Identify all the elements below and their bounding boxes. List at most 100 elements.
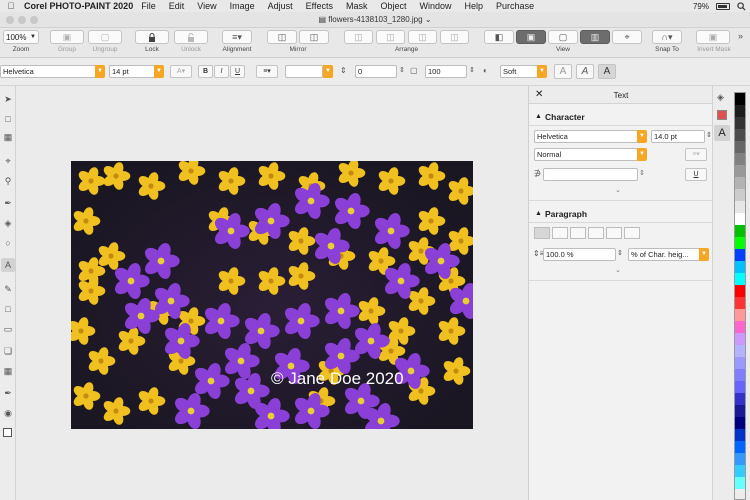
character-style-field[interactable]: Normal: [534, 148, 638, 161]
canvas-area[interactable]: © Jane Doe 2020: [16, 86, 528, 500]
fill-color-swatch[interactable]: [3, 428, 12, 437]
snap-to-button[interactable]: ∩▾: [652, 30, 682, 44]
view-full-button[interactable]: ▢: [548, 30, 578, 44]
palette-swatch[interactable]: [735, 165, 745, 177]
size-stepper-icon[interactable]: ⇕: [706, 131, 712, 139]
palette-swatch[interactable]: [735, 117, 745, 129]
palette-swatch[interactable]: [735, 345, 745, 357]
text-tab-icon[interactable]: A: [714, 125, 730, 141]
character-font-field[interactable]: Helvetica: [534, 130, 638, 143]
palette-swatch[interactable]: [735, 417, 745, 429]
palette-swatch[interactable]: [735, 381, 745, 393]
palette-swatch[interactable]: [735, 405, 745, 417]
character-heading[interactable]: Character: [539, 112, 723, 122]
menu-adjust[interactable]: Adjust: [268, 1, 293, 11]
color-dropdown-icon[interactable]: ▼: [323, 65, 333, 78]
palette-swatch[interactable]: [735, 261, 745, 273]
clone-tool-icon[interactable]: ○: [1, 236, 15, 250]
redeye-tool-icon[interactable]: ◈: [1, 216, 15, 230]
color-swatch[interactable]: [285, 65, 323, 78]
view-docker-left-button[interactable]: ◧: [484, 30, 514, 44]
color-tab-icon[interactable]: [717, 110, 727, 120]
expand-paragraph-icon[interactable]: ⌄: [615, 266, 621, 274]
text-style-normal-button[interactable]: A: [554, 64, 572, 79]
eyedropper-tool-icon[interactable]: ✒: [1, 196, 15, 210]
font-family-field[interactable]: Helvetica: [0, 65, 96, 78]
mirror-horizontal-button[interactable]: ◫: [267, 30, 297, 44]
menu-mask[interactable]: Mask: [346, 1, 368, 11]
text-style-outline-button[interactable]: A: [576, 64, 594, 79]
line-spacing-unit-dropdown-icon[interactable]: ▼: [699, 248, 709, 261]
italic-button[interactable]: I: [214, 65, 229, 78]
menu-file[interactable]: File: [141, 1, 156, 11]
menu-image[interactable]: Image: [230, 1, 255, 11]
align-force-justify-button[interactable]: [624, 227, 640, 239]
menu-edit[interactable]: Edit: [169, 1, 185, 11]
objects-tab-icon[interactable]: ◈: [717, 92, 724, 103]
view-rulers-button[interactable]: ▥: [580, 30, 610, 44]
paragraph-heading[interactable]: Paragraph: [539, 209, 723, 219]
character-size-field[interactable]: 14.0 pt: [651, 130, 705, 143]
bold-button[interactable]: B: [198, 65, 213, 78]
palette-swatch[interactable]: [735, 453, 745, 465]
text-style-active-button[interactable]: A: [598, 64, 616, 79]
paint-tool-icon[interactable]: ✎: [1, 282, 15, 296]
text-tool-icon[interactable]: A: [1, 258, 15, 272]
align-none-button[interactable]: [534, 227, 550, 239]
palette-swatch[interactable]: [735, 153, 745, 165]
spacing-field[interactable]: 0: [355, 65, 397, 78]
overflow-chevron-icon[interactable]: »: [738, 31, 743, 41]
forward-one-button[interactable]: ◫: [376, 30, 405, 44]
kerning-field[interactable]: [543, 168, 638, 181]
pick-tool-icon[interactable]: ➤: [1, 92, 15, 106]
font-family-dropdown-icon[interactable]: ▼: [95, 65, 105, 78]
expand-character-icon[interactable]: ⌄: [615, 186, 621, 194]
alignment-button[interactable]: ≡▾: [222, 30, 252, 44]
palette-swatch[interactable]: [735, 105, 745, 117]
menu-help[interactable]: Help: [465, 1, 484, 11]
line-spacing-unit-field[interactable]: % of Char. heig...: [628, 248, 700, 261]
palette-swatch[interactable]: [735, 201, 745, 213]
title-dropdown-icon[interactable]: ⌄: [425, 15, 432, 24]
ungroup-button[interactable]: ▢: [88, 30, 122, 44]
menu-object[interactable]: Object: [381, 1, 407, 11]
palette-swatch[interactable]: [735, 393, 745, 405]
opacity-field[interactable]: 100: [425, 65, 467, 78]
palette-swatch[interactable]: [735, 249, 745, 261]
view-crop-button[interactable]: ⌖: [612, 30, 642, 44]
antialias-select[interactable]: Soft: [500, 65, 538, 78]
zoom-level-select[interactable]: 100% ▼: [3, 30, 39, 44]
mirror-vertical-button[interactable]: ◫: [299, 30, 329, 44]
menu-view[interactable]: View: [197, 1, 216, 11]
palette-swatch[interactable]: [735, 357, 745, 369]
alignment-select[interactable]: ≡▾: [256, 65, 278, 78]
search-icon[interactable]: [737, 1, 746, 11]
line-spacing-stepper-icon[interactable]: ⇕: [617, 249, 623, 257]
align-right-button[interactable]: [588, 227, 604, 239]
document-title[interactable]: flowers-4138103_1280.jpg: [328, 15, 422, 24]
palette-swatch[interactable]: [735, 429, 745, 441]
back-one-button[interactable]: ◫: [408, 30, 437, 44]
align-justify-button[interactable]: [606, 227, 622, 239]
apple-menu-icon[interactable]: : [4, 1, 18, 11]
palette-swatch[interactable]: [735, 273, 745, 285]
menu-window[interactable]: Window: [420, 1, 452, 11]
palette-swatch[interactable]: [735, 333, 745, 345]
palette-swatch[interactable]: [735, 297, 745, 309]
spacing-stepper-icon[interactable]: ⇕: [399, 66, 405, 74]
antialias-dropdown-icon[interactable]: ▼: [537, 65, 547, 78]
group-button[interactable]: ▣: [50, 30, 84, 44]
palette-swatch[interactable]: [735, 225, 745, 237]
case-select[interactable]: ≡▾: [685, 148, 707, 161]
color-eyedropper-tool-icon[interactable]: ✒: [1, 386, 15, 400]
mask-transform-tool-icon[interactable]: ▦: [1, 130, 15, 144]
view-docker-button[interactable]: ▣: [516, 30, 546, 44]
palette-swatch[interactable]: [735, 321, 745, 333]
palette-swatch[interactable]: [735, 369, 745, 381]
to-back-button[interactable]: ◫: [440, 30, 469, 44]
zoom-tool-icon[interactable]: ⚲: [1, 174, 15, 188]
palette-swatch[interactable]: [735, 441, 745, 453]
character-font-dropdown-icon[interactable]: ▼: [637, 130, 647, 143]
palette-swatch[interactable]: [735, 285, 745, 297]
image-flowers[interactable]: © Jane Doe 2020: [71, 161, 473, 429]
